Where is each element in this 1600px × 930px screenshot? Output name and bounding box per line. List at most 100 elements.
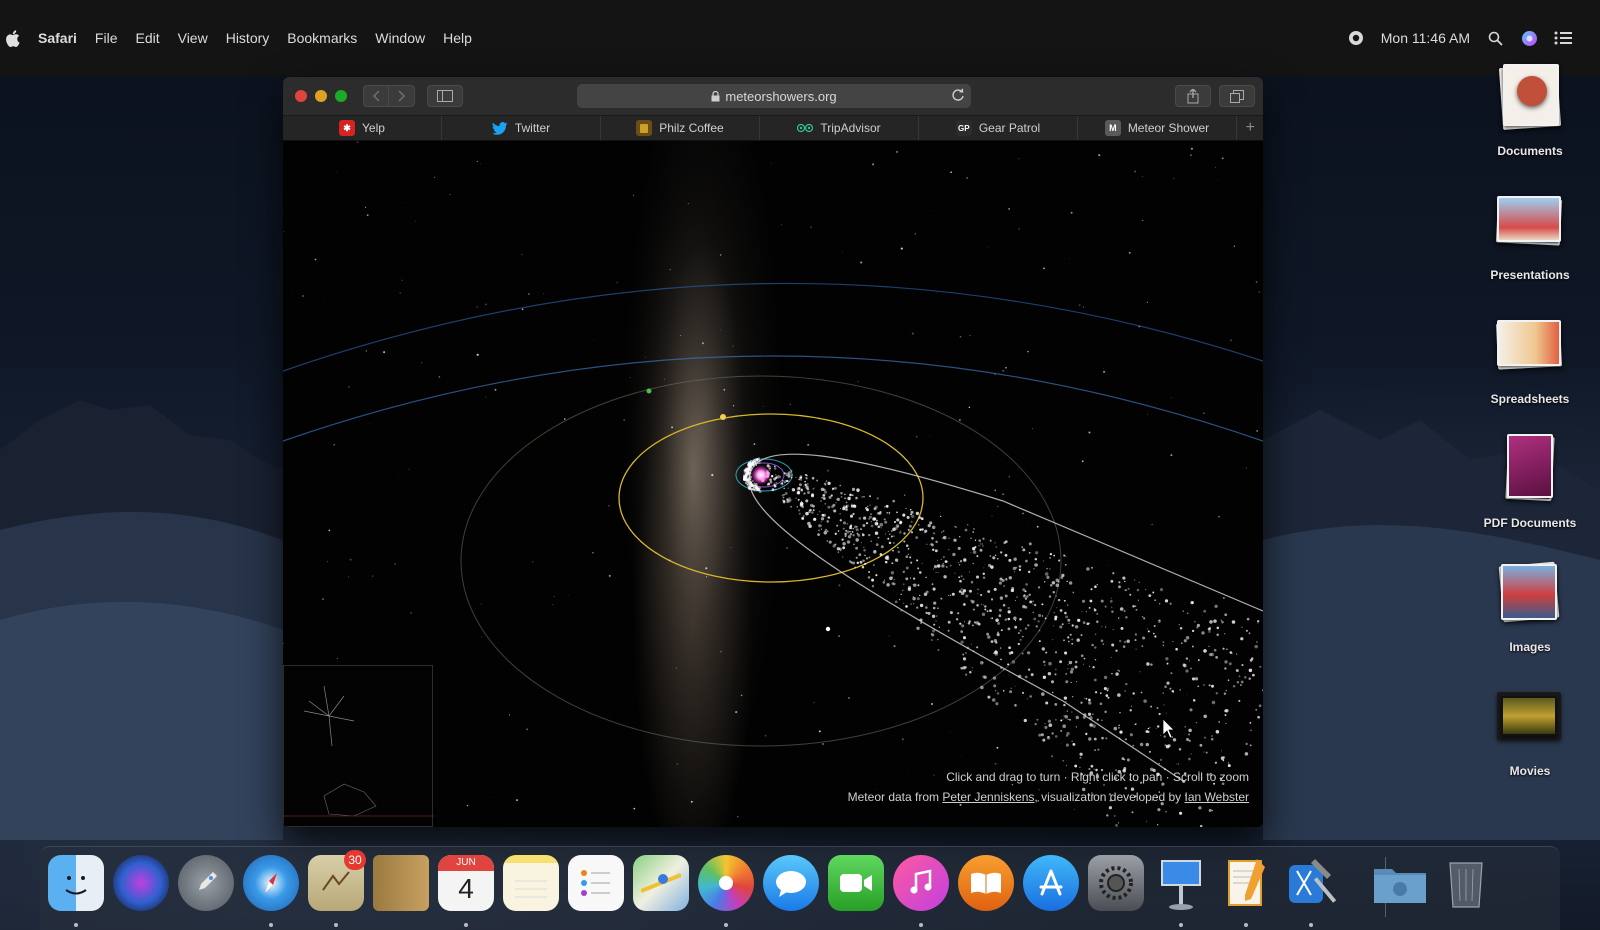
- background-star: [971, 669, 973, 671]
- dock-facetime-icon[interactable]: [828, 855, 884, 911]
- meteor-particle: [855, 546, 858, 550]
- meteor-particle: [1236, 653, 1238, 655]
- share-button[interactable]: [1175, 85, 1211, 107]
- dock-trash-icon[interactable]: [1438, 855, 1494, 911]
- meteor-particle: [1156, 707, 1159, 710]
- spotlight-search-icon[interactable]: [1486, 29, 1504, 47]
- notification-center-icon[interactable]: [1554, 29, 1572, 47]
- address-bar[interactable]: meteorshowers.org: [577, 84, 971, 108]
- background-star: [949, 732, 951, 734]
- dock-xcode-icon[interactable]: [1283, 855, 1339, 911]
- minimize-window-button[interactable]: [315, 90, 327, 102]
- dock-photos-icon[interactable]: [698, 855, 754, 911]
- close-window-button[interactable]: [295, 90, 307, 102]
- dock-app-store-icon[interactable]: [1023, 855, 1079, 911]
- dock-maps-icon[interactable]: [633, 855, 689, 911]
- dock-ibooks-icon[interactable]: [958, 855, 1014, 911]
- meteor-particle: [1050, 680, 1055, 684]
- background-star: [449, 194, 451, 196]
- fullscreen-window-button[interactable]: [335, 90, 347, 102]
- stack-presentations[interactable]: Presentations: [1470, 186, 1590, 282]
- back-button[interactable]: [363, 85, 389, 107]
- meteor-particle: [1124, 589, 1127, 591]
- meteor-particle: [809, 509, 812, 511]
- dock-siri-icon[interactable]: [113, 855, 169, 911]
- stack-images[interactable]: Images: [1470, 558, 1590, 654]
- meteor-particle: [1068, 581, 1073, 585]
- siri-icon[interactable]: [1520, 29, 1538, 47]
- running-indicator: [724, 923, 728, 927]
- new-tab-plus-icon[interactable]: +: [1246, 119, 1255, 137]
- constellation-minimap[interactable]: [283, 665, 434, 827]
- dock-calendar-icon[interactable]: JUN 4: [438, 855, 494, 911]
- meteor-particle: [963, 621, 966, 623]
- meteor-particle: [1010, 651, 1014, 655]
- favorite-label: Yelp: [362, 121, 385, 135]
- calendar-month: JUN: [438, 855, 494, 871]
- meteor-particle: [865, 522, 869, 525]
- dock-safari-icon[interactable]: [243, 855, 299, 911]
- meteor-particle: [840, 491, 843, 495]
- meteor-particle: [967, 622, 971, 625]
- stack-pdf-documents[interactable]: PDF Documents: [1470, 434, 1590, 530]
- stack-label: PDF Documents: [1483, 516, 1577, 530]
- menu-history[interactable]: History: [217, 30, 279, 46]
- meteor-particle: [1055, 719, 1057, 721]
- dock-notes-icon[interactable]: [503, 855, 559, 911]
- reload-icon[interactable]: [951, 88, 965, 102]
- outer-orbit-line: [283, 355, 1263, 442]
- favorite-meteor-shower[interactable]: M Meteor Shower: [1078, 116, 1237, 140]
- meteor-particle: [850, 524, 853, 527]
- forward-button[interactable]: [389, 85, 415, 107]
- credit-link-ian-webster[interactable]: Ian Webster: [1185, 790, 1249, 804]
- meteor-particle: [1132, 692, 1135, 695]
- favorite-gear-patrol[interactable]: GP Gear Patrol: [919, 116, 1078, 140]
- meteor-particle: [1182, 610, 1185, 613]
- meteor-particle: [993, 652, 995, 654]
- menu-app-name[interactable]: Safari: [29, 30, 86, 46]
- favorite-philz-coffee[interactable]: Philz Coffee: [601, 116, 760, 140]
- stack-spreadsheets[interactable]: Spreadsheets: [1470, 310, 1590, 406]
- stack-documents[interactable]: Documents: [1470, 62, 1590, 158]
- dock-messages-icon[interactable]: [763, 855, 819, 911]
- dock-itunes-icon[interactable]: [893, 855, 949, 911]
- menu-bookmarks[interactable]: Bookmarks: [278, 30, 366, 46]
- credit-link-peter-jenniskens[interactable]: Peter Jenniskens: [942, 790, 1034, 804]
- dock-contacts-icon[interactable]: [373, 855, 429, 911]
- menu-help[interactable]: Help: [434, 30, 481, 46]
- meteor-particle: [902, 589, 904, 592]
- menu-view[interactable]: View: [169, 30, 217, 46]
- background-star: [644, 356, 646, 358]
- favorite-yelp[interactable]: ✱ Yelp: [283, 116, 442, 140]
- meteor-particle: [802, 514, 805, 518]
- background-star: [1018, 158, 1020, 160]
- running-indicator: [74, 923, 78, 927]
- meteor-particle: [885, 533, 887, 535]
- background-star: [877, 536, 880, 539]
- menubar-clock[interactable]: Mon 11:46 AM: [1381, 30, 1470, 46]
- sidebar-toggle-button[interactable]: [427, 85, 463, 107]
- menu-window[interactable]: Window: [366, 30, 434, 46]
- dock-system-preferences-icon[interactable]: [1088, 855, 1144, 911]
- menu-file[interactable]: File: [86, 30, 127, 46]
- background-star: [434, 176, 436, 179]
- favorite-tripadvisor[interactable]: TripAdvisor: [760, 116, 919, 140]
- favorite-twitter[interactable]: Twitter: [442, 116, 601, 140]
- menu-edit[interactable]: Edit: [126, 30, 168, 46]
- dock-reminders-icon[interactable]: [568, 855, 624, 911]
- dock-pages-icon[interactable]: [1218, 855, 1274, 911]
- dock-keynote-icon[interactable]: [1153, 855, 1209, 911]
- meteor-particle: [898, 598, 901, 601]
- spreadsheets-stack-icon: [1495, 310, 1565, 380]
- meteor-particle: [1249, 721, 1252, 724]
- meteor-particle: [1164, 744, 1168, 747]
- dock-downloads-folder-icon[interactable]: [1372, 855, 1428, 911]
- dock-launchpad-icon[interactable]: [178, 855, 234, 911]
- dock-finder-icon[interactable]: [48, 855, 104, 911]
- meteor-particle: [839, 519, 842, 522]
- show-tabs-button[interactable]: [1219, 85, 1255, 107]
- screen-recording-icon[interactable]: [1347, 29, 1365, 47]
- apple-menu-icon[interactable]: [3, 28, 21, 48]
- stack-movies[interactable]: Movies: [1470, 682, 1590, 778]
- meteor-visualization[interactable]: Click and drag to turn · Right click to …: [283, 141, 1263, 827]
